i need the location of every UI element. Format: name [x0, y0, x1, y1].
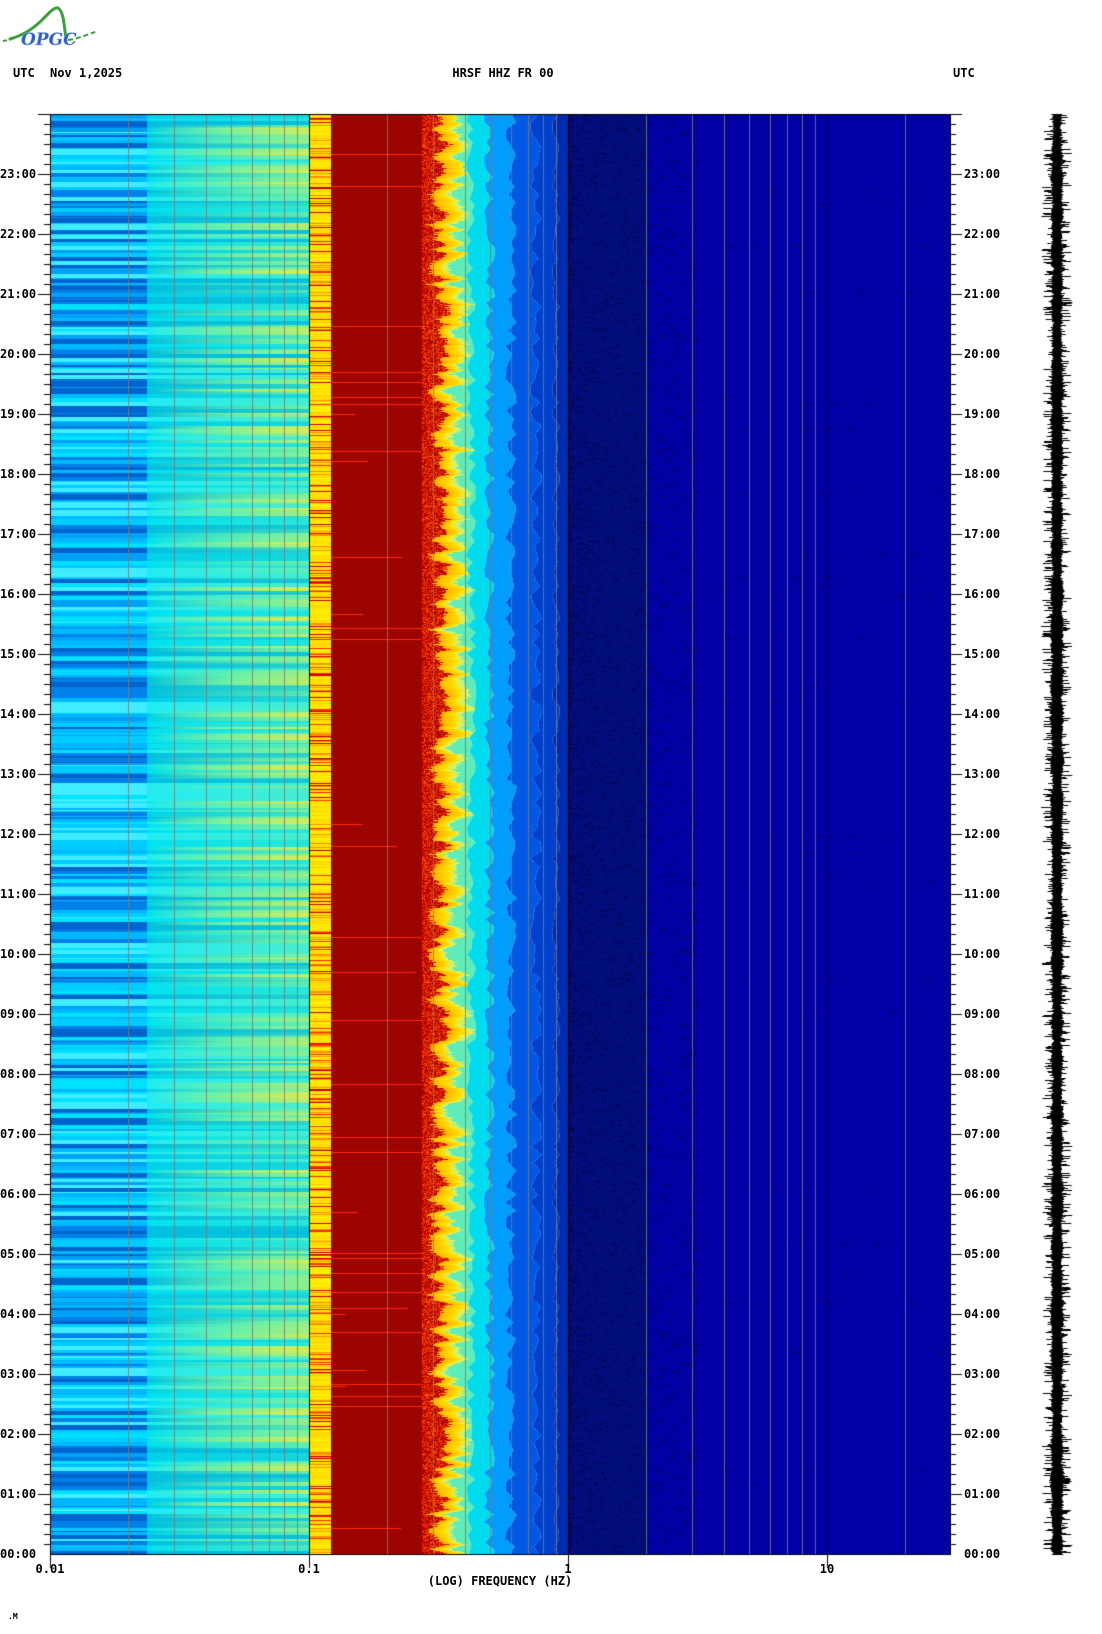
hour-label-right: 03:00 [964, 1367, 1001, 1381]
hour-label-right: 18:00 [964, 467, 1001, 481]
hour-label-left: 13:00 [0, 767, 37, 781]
hour-label-left: 16:00 [0, 587, 37, 601]
x-tick-label: 10 [819, 1562, 835, 1576]
corner-mark: .M [8, 1612, 18, 1621]
hour-label-right: 08:00 [964, 1067, 1001, 1081]
hour-label-left: 21:00 [0, 287, 37, 301]
hour-label-right: 22:00 [964, 227, 1001, 241]
hour-label-left: 09:00 [0, 1007, 37, 1021]
spectrogram-canvas [0, 0, 1102, 1634]
hour-label-left: 03:00 [0, 1367, 37, 1381]
hour-label-left: 02:00 [0, 1427, 37, 1441]
hour-label-left: 14:00 [0, 707, 37, 721]
hour-label-left: 00:00 [0, 1547, 37, 1561]
hour-label-right: 23:00 [964, 167, 1001, 181]
hour-label-right: 04:00 [964, 1307, 1001, 1321]
hour-label-left: 11:00 [0, 887, 37, 901]
hour-label-right: 21:00 [964, 287, 1001, 301]
hour-label-right: 06:00 [964, 1187, 1001, 1201]
hour-label-right: 11:00 [964, 887, 1001, 901]
hour-label-right: 16:00 [964, 587, 1001, 601]
hour-label-right: 15:00 [964, 647, 1001, 661]
hour-label-right: 05:00 [964, 1247, 1001, 1261]
hour-label-left: 10:00 [0, 947, 37, 961]
hour-label-left: 04:00 [0, 1307, 37, 1321]
hour-label-left: 20:00 [0, 347, 37, 361]
hour-label-right: 07:00 [964, 1127, 1001, 1141]
x-tick-label: 0.1 [298, 1562, 320, 1576]
hour-label-left: 19:00 [0, 407, 37, 421]
hour-label-left: 08:00 [0, 1067, 37, 1081]
hour-label-right: 00:00 [964, 1547, 1001, 1561]
hour-label-left: 17:00 [0, 527, 37, 541]
hour-label-right: 13:00 [964, 767, 1001, 781]
hour-label-right: 10:00 [964, 947, 1001, 961]
hour-label-left: 12:00 [0, 827, 37, 841]
hour-label-left: 06:00 [0, 1187, 37, 1201]
hour-label-right: 17:00 [964, 527, 1001, 541]
hour-label-right: 09:00 [964, 1007, 1001, 1021]
hour-label-left: 05:00 [0, 1247, 37, 1261]
hour-label-left: 07:00 [0, 1127, 37, 1141]
hour-label-left: 01:00 [0, 1487, 37, 1501]
hour-label-left: 22:00 [0, 227, 37, 241]
hour-label-left: 23:00 [0, 167, 37, 181]
hour-label-right: 02:00 [964, 1427, 1001, 1441]
hour-label-right: 20:00 [964, 347, 1001, 361]
hour-label-right: 01:00 [964, 1487, 1001, 1501]
x-axis-title: (LOG) FREQUENCY (HZ) [427, 1574, 573, 1588]
x-tick-label: 0.01 [35, 1562, 65, 1576]
hour-label-left: 15:00 [0, 647, 37, 661]
spectrogram-page: OPGC UTC Nov 1,2025 HRSF HHZ FR 00 UTC 2… [0, 0, 1102, 1634]
hour-label-right: 19:00 [964, 407, 1001, 421]
hour-label-right: 12:00 [964, 827, 1001, 841]
hour-label-right: 14:00 [964, 707, 1001, 721]
hour-label-left: 18:00 [0, 467, 37, 481]
